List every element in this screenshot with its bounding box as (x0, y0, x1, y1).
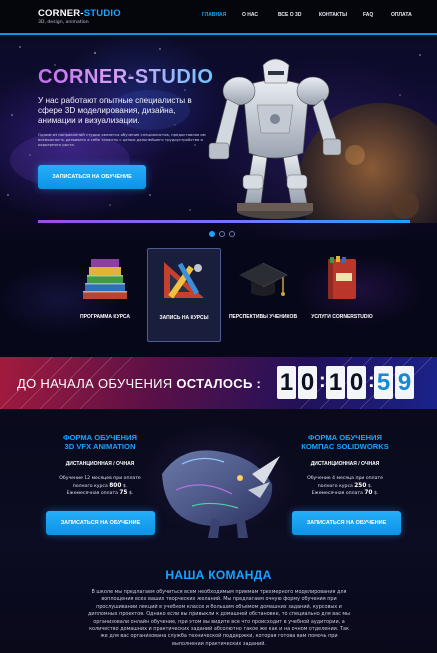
monthly-price-prefix: Ежемесячная оплата (311, 491, 363, 496)
hero-small-text: Одним из направлений студии является обу… (38, 132, 206, 147)
robot-illustration (208, 58, 437, 223)
course-duration: Обучение 4 месяца при оплате (307, 476, 383, 481)
countdown-digit: 9 (395, 366, 414, 399)
full-price-suffix: $. (367, 483, 373, 489)
hero-enroll-button[interactable]: ЗАПИСАТЬСЯ НА ОБУЧЕНИЕ (38, 165, 146, 189)
countdown-digit: 5 (374, 366, 393, 399)
course-title-line2: КОМПАС SOLIDWORKS (301, 442, 389, 451)
service-studio-label: УСЛУГИ CORNERSTUDIO (311, 314, 373, 320)
site-header: CORNER-STUDIO 3D, design, animation ГЛАВ… (0, 0, 437, 35)
nav-item-faq[interactable]: FAQ (363, 12, 373, 18)
monthly-price-suffix: $. (373, 491, 379, 496)
nav-item-payment[interactable]: ОПЛАТА (391, 12, 412, 18)
countdown-label-bold: ОСТАЛОСЬ : (176, 376, 262, 391)
full-price-value: 250 (354, 482, 367, 489)
logo-subtitle: 3D, design, animation (38, 20, 89, 25)
service-prospects[interactable]: ПЕРСПЕКТИВЫ УЧЕНИКОВ (227, 248, 299, 340)
monthly-price-suffix: $. (128, 491, 134, 496)
full-price-value: 800 (109, 482, 122, 489)
course-title-line1: ФОРМА ОБУЧЕНИЯ (308, 433, 382, 442)
team-text: В школе мы предлагаем обучиться всем нео… (88, 589, 350, 647)
countdown-label-regular: ДО НАЧАЛА ОБУЧЕНИЯ (17, 376, 173, 391)
service-enroll[interactable]: ЗАПИСЬ НА КУРСЫ (147, 248, 221, 342)
logo-name-part2: STUDIO (83, 8, 121, 19)
countdown-digit: 1 (326, 366, 345, 399)
drawing-tools-icon (164, 262, 204, 299)
service-program-label: ПРОГРАММА КУРСА (79, 314, 131, 320)
logo-title: CORNER-STUDIO (38, 8, 121, 19)
monthly-price-value: 75 (119, 490, 128, 496)
slider-dot-3[interactable] (229, 231, 235, 237)
services-section: ПРОГРАММА КУРСА ЗАПИСЬ НА КУРСЫ ПЕРСПЕКТ… (0, 240, 437, 357)
monthly-price-value: 70 (364, 490, 373, 496)
logo-name-part1: CORNER- (38, 8, 84, 19)
hero-title: CORNER-STUDIO (38, 66, 214, 88)
rhino-illustration (162, 450, 280, 538)
main-nav: ГЛАВНАЯ О НАС ВСЕ О 3D КОНТАКТЫ FAQ ОПЛА… (195, 12, 437, 22)
countdown-label: ДО НАЧАЛА ОБУЧЕНИЯ ОСТАЛОСЬ : (17, 376, 261, 391)
service-studio[interactable]: УСЛУГИ CORNERSTUDIO (306, 248, 378, 340)
countdown-digit: 0 (347, 366, 366, 399)
course-mode: ДИСТАНЦИОННАЯ / ОЧНАЯ (310, 461, 380, 467)
nav-item-about[interactable]: О НАС (242, 12, 258, 18)
course-monthly-price: Ежемесячная оплата 70 $. (270, 490, 420, 498)
countdown-banner: ДО НАЧАЛА ОБУЧЕНИЯ ОСТАЛОСЬ : 1 0 : 1 0 … (0, 357, 437, 409)
countdown-colon: : (319, 370, 326, 392)
team-title: НАША КОМАНДА (165, 568, 272, 582)
hero-lead-text: У нас работают опытные специалисты в сфе… (38, 96, 192, 125)
nav-item-about-3d[interactable]: ВСЕ О 3D (278, 12, 301, 18)
slider-dot-2[interactable] (219, 231, 225, 237)
course-vfx-enroll-button[interactable]: ЗАПИСАТЬСЯ НА ОБУЧЕНИЕ (46, 511, 155, 535)
nav-item-contacts[interactable]: КОНТАКТЫ (319, 12, 347, 18)
countdown-digit: 0 (298, 366, 317, 399)
logo[interactable]: CORNER-STUDIO 3D, design, animation (38, 8, 121, 25)
slider-dot-1[interactable] (209, 231, 215, 237)
courses-section: ФОРМА ОБУЧЕНИЯ 3D VFX ANIMATION ДИСТАНЦИ… (0, 409, 437, 653)
service-program[interactable]: ПРОГРАММА КУРСА (69, 248, 141, 340)
book-icon (328, 256, 356, 299)
course-solidworks-enroll-button[interactable]: ЗАПИСАТЬСЯ НА ОБУЧЕНИЕ (292, 511, 401, 535)
nav-item-home[interactable]: ГЛАВНАЯ (202, 12, 226, 18)
full-price-prefix: полного курса (72, 483, 108, 489)
hero-slider: CORNER-STUDIO У нас работают опытные спе… (0, 35, 437, 240)
monthly-price-prefix: Ежемесячная оплата (66, 491, 118, 496)
countdown-digit: 1 (277, 366, 296, 399)
service-prospects-label: ПЕРСПЕКТИВЫ УЧЕНИКОВ (228, 314, 298, 320)
full-price-suffix: $. (122, 483, 128, 489)
course-full-price: полного курса 250 $. (270, 483, 420, 491)
service-enroll-label: ЗАПИСЬ НА КУРСЫ (159, 315, 209, 321)
full-price-prefix: полного курса (317, 483, 353, 489)
graduation-cap-icon (239, 262, 288, 296)
hero-divider (38, 220, 410, 223)
books-icon (83, 259, 127, 299)
course-card-solidworks: ФОРМА ОБУЧЕНИЯ КОМПАС SOLIDWORKS ДИСТАНЦ… (270, 433, 420, 498)
